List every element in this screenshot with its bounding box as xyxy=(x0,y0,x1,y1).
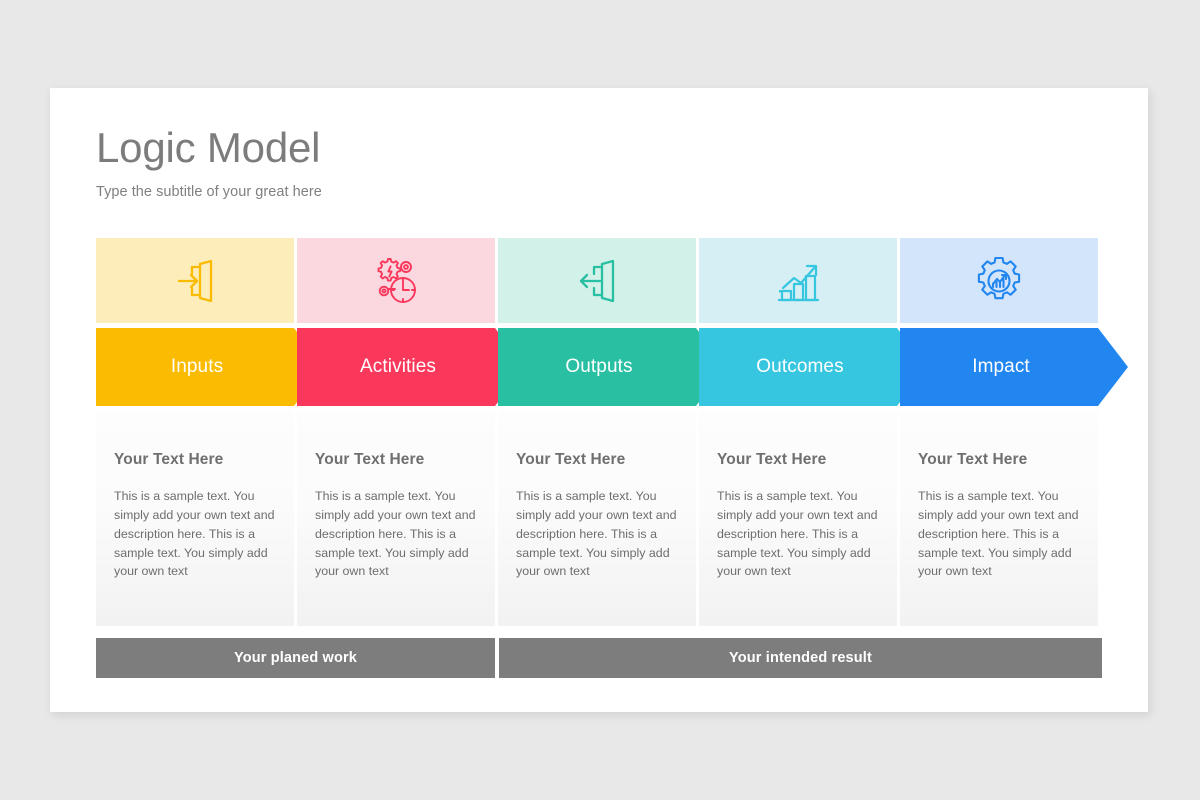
page-title: Logic Model xyxy=(96,124,321,171)
stage-arrow-inputs[interactable]: Inputs xyxy=(96,328,324,406)
card-heading-outputs: Your Text Here xyxy=(516,451,626,468)
card-heading-activities: Your Text Here xyxy=(315,451,425,468)
card-heading-outcomes: Your Text Here xyxy=(717,451,827,468)
stage-label-activities: Activities xyxy=(360,356,436,377)
text-card-activities: Your Text Here This is a sample text. Yo… xyxy=(297,411,495,626)
stage-label-impact: Impact xyxy=(972,356,1030,377)
icon-card-activities xyxy=(297,238,495,323)
text-card-outcomes: Your Text Here This is a sample text. Yo… xyxy=(699,411,897,626)
stage-arrow-impact[interactable]: Impact xyxy=(900,328,1128,406)
diagram-column-impact: Impact Your Text Here This is a sample t… xyxy=(900,238,1098,626)
diagram-column-activities: Activities Your Text Here This is a samp… xyxy=(297,238,495,626)
icon-card-outcomes xyxy=(699,238,897,323)
footer-bar-planned-work[interactable]: Your planed work xyxy=(96,638,495,678)
card-heading-impact: Your Text Here xyxy=(918,451,1028,468)
logout-door-arrow-out-icon xyxy=(569,253,625,309)
icon-card-impact xyxy=(900,238,1098,323)
gear-analytics-chart-icon xyxy=(971,253,1027,309)
gears-lightning-clock-icon xyxy=(368,253,424,309)
stage-label-inputs: Inputs xyxy=(170,356,224,377)
slide-header: Logic Model Type the subtitle of your gr… xyxy=(96,124,322,201)
diagram-columns: Inputs Your Text Here This is a sample t… xyxy=(96,238,1102,626)
text-card-inputs: Your Text Here This is a sample text. Yo… xyxy=(96,411,294,626)
stage-label-outputs: Outputs xyxy=(565,356,633,377)
card-body-outputs: This is a sample text. You simply add yo… xyxy=(516,489,677,579)
slide-canvas: Logic Model Type the subtitle of your gr… xyxy=(50,88,1148,712)
diagram-column-outputs: Outputs Your Text Here This is a sample … xyxy=(498,238,696,626)
text-card-impact: Your Text Here This is a sample text. Yo… xyxy=(900,411,1098,626)
card-body-impact: This is a sample text. You simply add yo… xyxy=(918,489,1079,579)
icon-card-inputs xyxy=(96,238,294,323)
stage-arrow-outcomes[interactable]: Outcomes xyxy=(699,328,927,406)
card-heading-inputs: Your Text Here xyxy=(114,451,224,468)
card-body-activities: This is a sample text. You simply add yo… xyxy=(315,489,476,579)
stage-arrow-outputs[interactable]: Outputs xyxy=(498,328,726,406)
card-body-outcomes: This is a sample text. You simply add yo… xyxy=(717,489,878,579)
icon-card-outputs xyxy=(498,238,696,323)
page-subtitle: Type the subtitle of your great here xyxy=(96,184,322,201)
stage-label-outcomes: Outcomes xyxy=(756,356,844,377)
logic-model-diagram: Inputs Your Text Here This is a sample t… xyxy=(96,238,1102,673)
footer-bar-planned-work-label: Your planed work xyxy=(234,650,357,666)
diagram-column-inputs: Inputs Your Text Here This is a sample t… xyxy=(96,238,294,626)
diagram-column-outcomes: Outcomes Your Text Here This is a sample… xyxy=(699,238,897,626)
footer-bars: Your planed work Your intended result xyxy=(96,638,1102,678)
login-door-arrow-in-icon xyxy=(167,253,223,309)
footer-bar-intended-result-label: Your intended result xyxy=(729,650,872,666)
growth-bar-chart-arrow-icon xyxy=(770,253,826,309)
footer-bar-intended-result[interactable]: Your intended result xyxy=(499,638,1102,678)
card-body-inputs: This is a sample text. You simply add yo… xyxy=(114,489,275,579)
stage-arrow-activities[interactable]: Activities xyxy=(297,328,525,406)
text-card-outputs: Your Text Here This is a sample text. Yo… xyxy=(498,411,696,626)
